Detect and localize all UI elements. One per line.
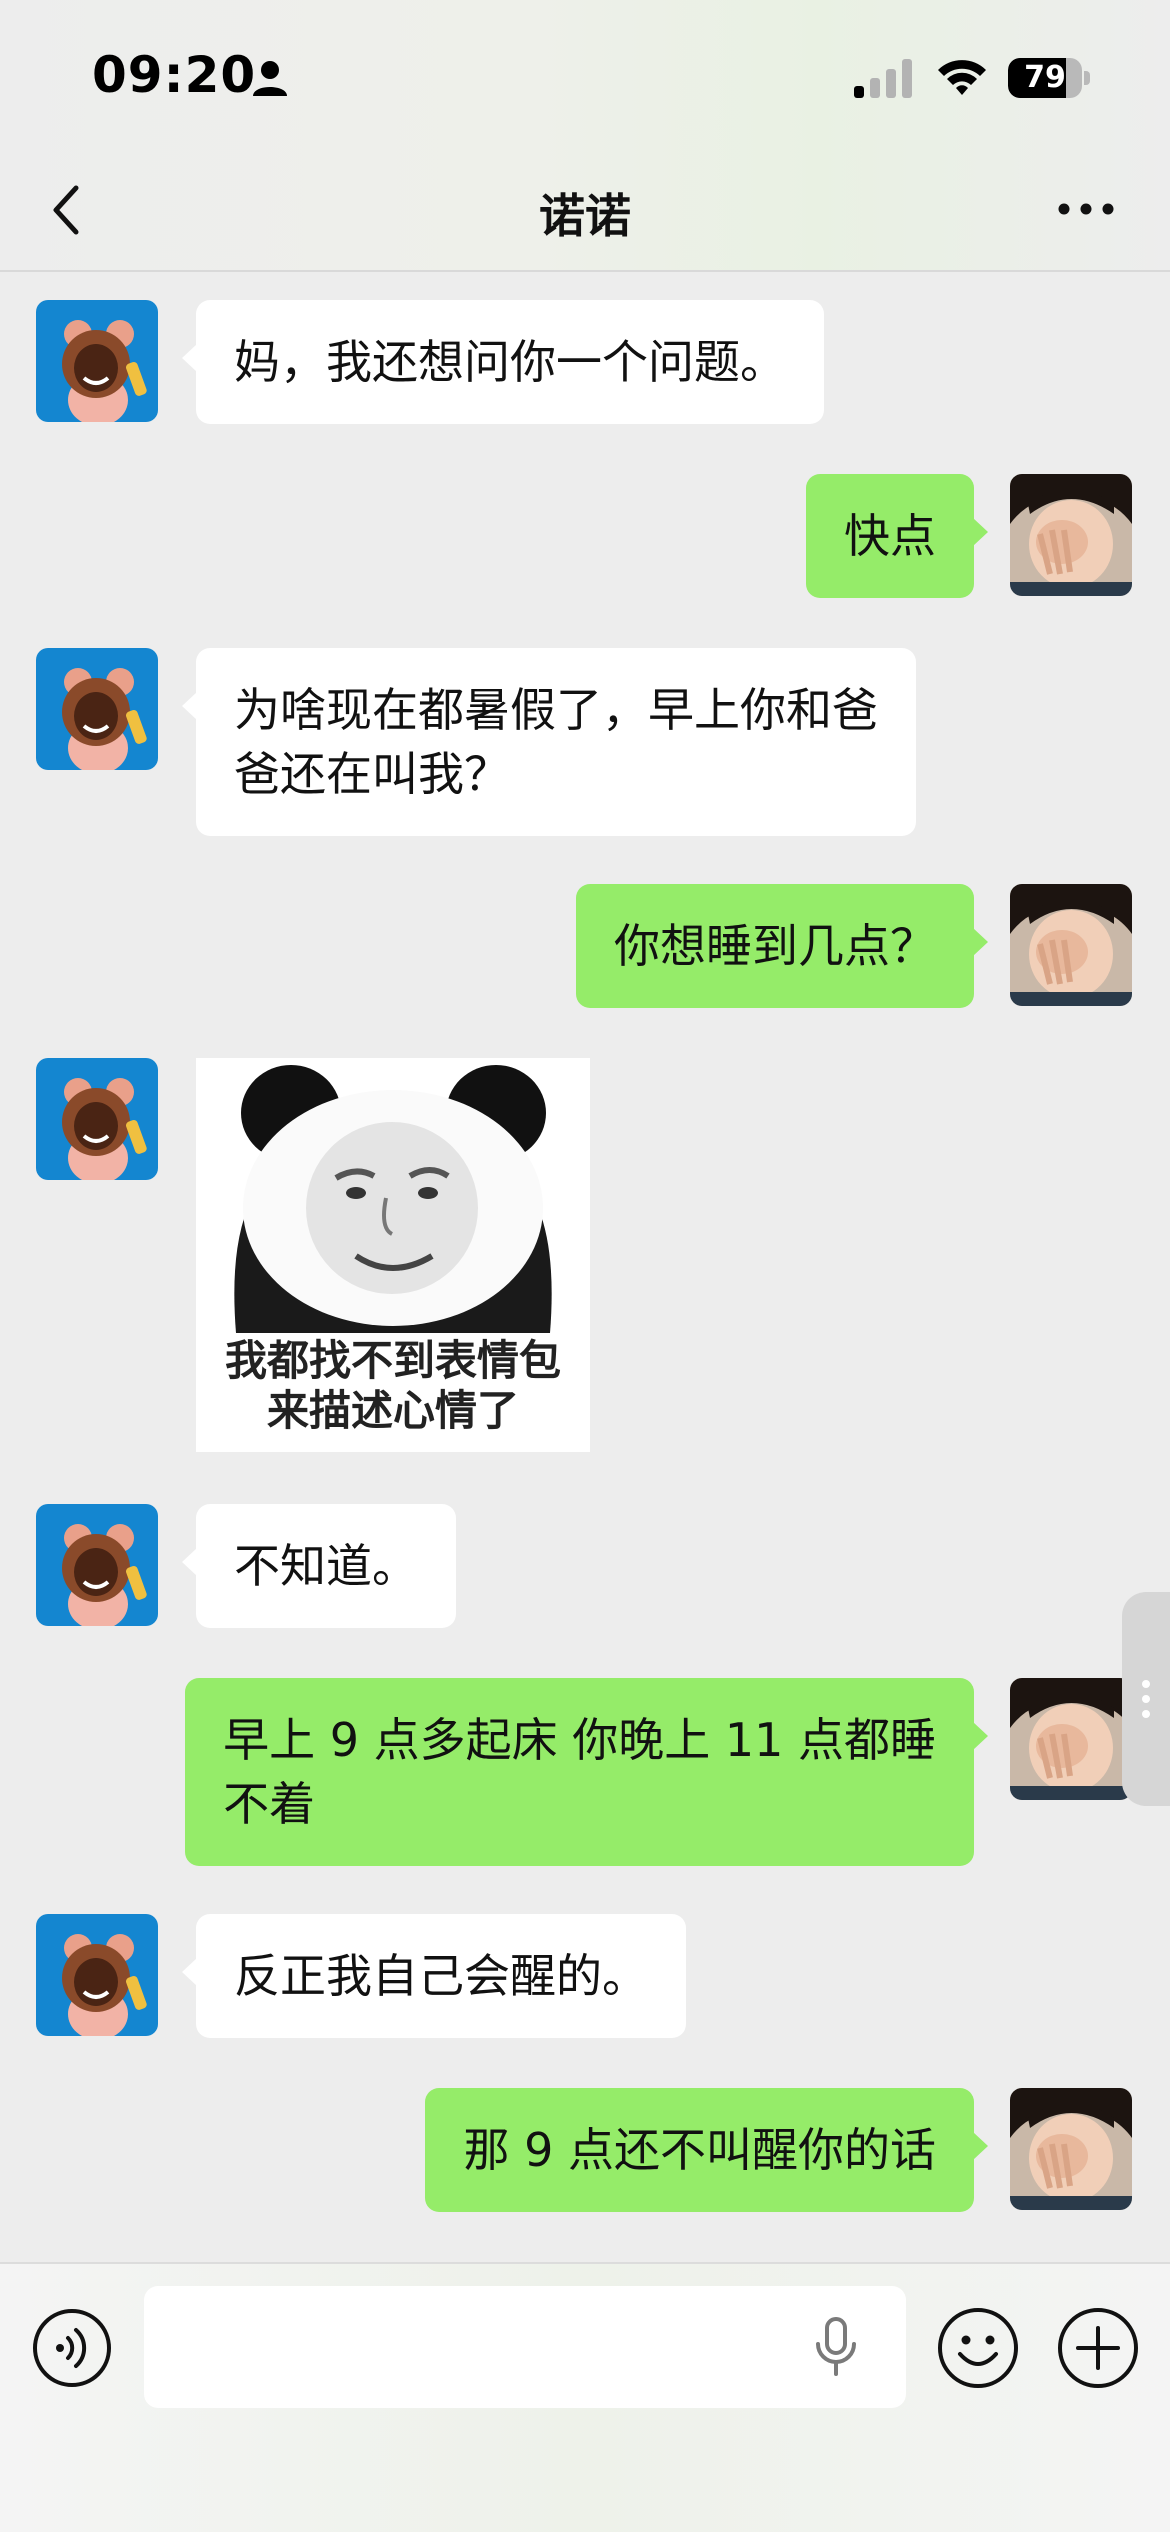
signal-icon	[854, 59, 912, 98]
message-bubble-outgoing[interactable]: 早上 9 点多起床 你晚上 11 点都睡 不着	[185, 1678, 988, 1866]
contact-avatar[interactable]	[36, 1058, 158, 1180]
status-bar: 09:20 79	[0, 0, 1170, 150]
message-bubble-outgoing[interactable]: 你想睡到几点？	[576, 884, 988, 1008]
more-dots-icon[interactable]	[1056, 194, 1116, 224]
wifi-icon	[938, 60, 986, 95]
my-avatar[interactable]	[1010, 2088, 1132, 2210]
my-avatar[interactable]	[1010, 1678, 1132, 1800]
chat-title: 诺诺	[539, 189, 631, 243]
message-bubble-incoming[interactable]: 妈，我还想问你一个问题。	[182, 300, 824, 424]
message-input[interactable]	[144, 2286, 906, 2408]
message-bubble-incoming[interactable]: 为啥现在都暑假了，早上你和爸 爸还在叫我？	[182, 648, 916, 836]
plus-icon[interactable]	[1056, 2306, 1140, 2390]
message-bubble-incoming[interactable]: 不知道。	[182, 1504, 456, 1628]
message-bubble-incoming[interactable]: 反正我自己会醒的。	[182, 1914, 686, 2038]
panda-meme-image	[196, 1058, 590, 1338]
microphone-icon[interactable]	[812, 2316, 860, 2378]
message-bubble-outgoing[interactable]: 那 9 点还不叫醒你的话	[425, 2088, 988, 2212]
side-drag-handle[interactable]	[1122, 1592, 1170, 1806]
contact-avatar[interactable]	[36, 1914, 158, 2036]
person-icon	[253, 61, 287, 96]
emoji-icon[interactable]	[936, 2306, 1020, 2390]
contact-avatar[interactable]	[36, 300, 158, 422]
message-bubble-outgoing[interactable]: 快点	[806, 474, 988, 598]
my-avatar[interactable]	[1010, 884, 1132, 1006]
input-bar	[0, 2262, 1170, 2532]
status-time: 09:20	[92, 46, 257, 104]
battery-level: 79	[1024, 60, 1066, 95]
sticker-message[interactable]: 我都找不到表情包 来描述心情了	[196, 1058, 590, 1452]
chat-header: 诺诺	[0, 150, 1170, 272]
voice-input-icon[interactable]	[32, 2308, 112, 2388]
my-avatar[interactable]	[1010, 474, 1132, 596]
top-area: 09:20 79 诺诺	[0, 0, 1170, 272]
sticker-caption: 我都找不到表情包 来描述心情了	[224, 1336, 561, 1435]
battery-indicator: 79	[1008, 58, 1090, 98]
contact-avatar[interactable]	[36, 648, 158, 770]
contact-avatar[interactable]	[36, 1504, 158, 1626]
